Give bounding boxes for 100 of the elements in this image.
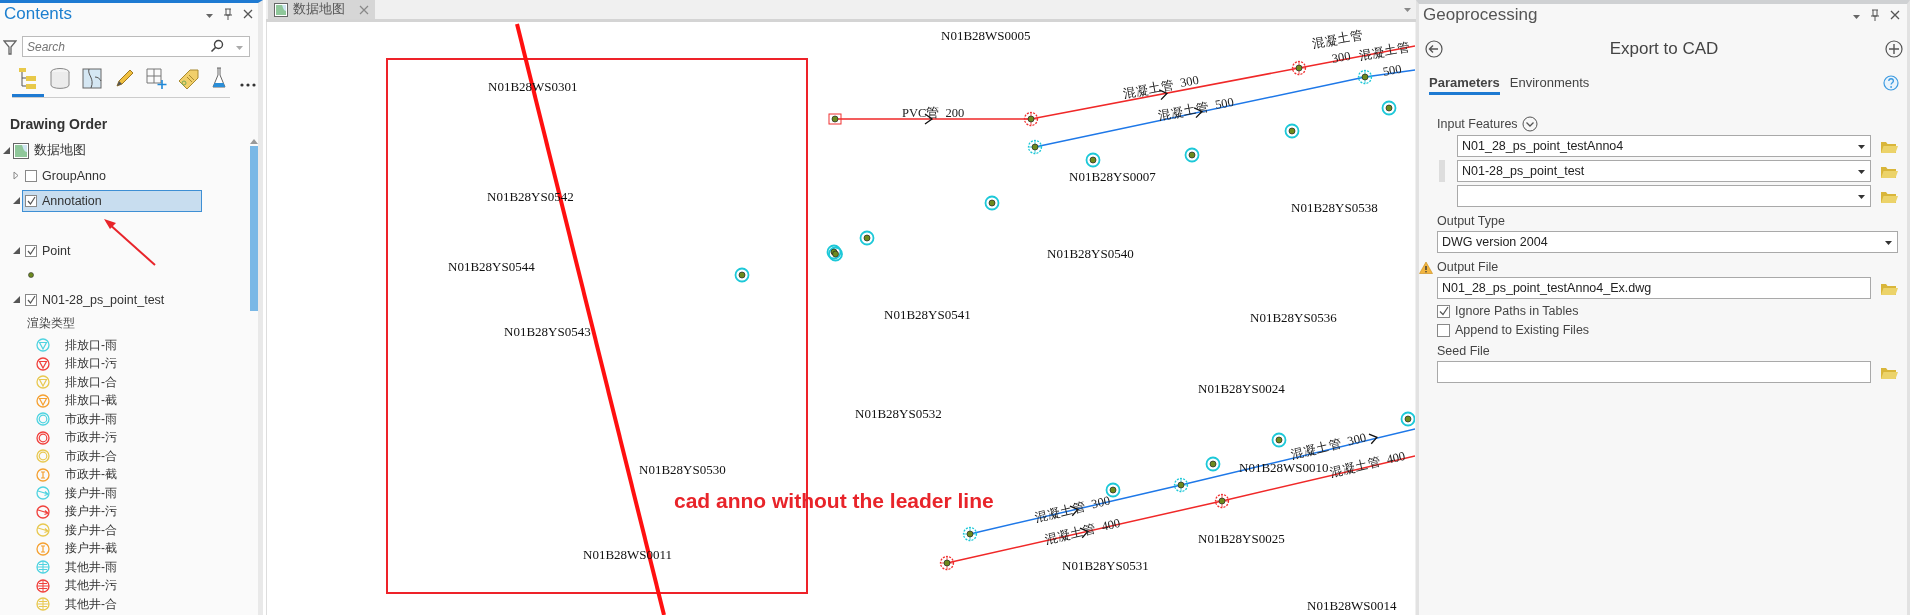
add-icon[interactable]	[1885, 40, 1903, 58]
caret-icon[interactable]	[1858, 142, 1866, 150]
manhole-symbol-icon	[1271, 432, 1287, 448]
chevron-circle-icon[interactable]	[1521, 116, 1538, 132]
parameter-label: Seed File	[1437, 344, 1490, 358]
pipe-label: 500	[1381, 61, 1403, 79]
tool-title: Export to CAD	[1608, 39, 1720, 59]
collapsed-icon[interactable]	[13, 171, 19, 180]
manhole-symbol-icon	[1105, 482, 1121, 498]
map-tab[interactable]: 数据地图	[268, 0, 375, 19]
manhole-symbol-icon	[1357, 69, 1373, 85]
check-icon	[26, 246, 36, 255]
close-icon[interactable]	[1889, 9, 1901, 21]
layer-checkbox[interactable]	[25, 244, 37, 257]
legend-label: 市政井-雨	[65, 410, 117, 428]
manhole-symbol-icon	[939, 555, 955, 571]
caret-icon[interactable]	[1858, 192, 1866, 200]
layer-item[interactable]: Point	[22, 239, 76, 262]
legend-label: 排放口-雨	[65, 336, 117, 354]
legend-label: 接户井-污	[65, 503, 117, 521]
scroll-up-icon[interactable]	[249, 138, 258, 144]
feature-label: N01B28YS0543	[504, 324, 591, 339]
filter-icon[interactable]	[3, 38, 17, 55]
feature-label: N01B28YS0530	[639, 462, 726, 477]
feature-label: N01B28YS0541	[884, 307, 971, 322]
manhole-symbol-icon	[1173, 477, 1189, 493]
pane-tab[interactable]: Parameters	[1429, 75, 1500, 95]
view-tab[interactable]	[12, 65, 44, 97]
manhole-symbol-icon	[1400, 411, 1415, 427]
legend-label: 其他井-合	[65, 595, 117, 613]
manhole-symbol-icon	[828, 113, 842, 125]
legend-label: 接户井-雨	[65, 484, 117, 502]
search-field[interactable]: Search	[22, 36, 250, 57]
check-icon	[26, 295, 36, 304]
expanded-icon[interactable]	[12, 296, 20, 303]
tag-icon	[177, 67, 199, 90]
feature-label: N01B28YS0532	[855, 406, 942, 421]
help-icon[interactable]	[1883, 75, 1899, 91]
point-symbol-icon	[28, 272, 34, 278]
feature-label: N01B28YS0540	[1047, 246, 1134, 261]
map-sheet-icon	[81, 67, 103, 90]
pane-title: Contents	[4, 4, 74, 24]
feature-label: N01B28YS0531	[1062, 558, 1149, 573]
caret-icon[interactable]	[1858, 167, 1866, 175]
pipe-label: 300	[1330, 48, 1352, 66]
checkbox-label: Ignore Paths in Tables	[1455, 304, 1579, 318]
parameter-label: Output File	[1437, 260, 1499, 274]
search-icon[interactable]	[210, 39, 224, 53]
layer-item[interactable]: 数据地图	[31, 139, 91, 162]
feature-label: N01B28YS0538	[1291, 200, 1378, 215]
expanded-icon[interactable]	[12, 197, 20, 204]
file-path-field[interactable]	[1437, 361, 1871, 383]
pin-icon[interactable]	[1869, 8, 1881, 22]
manhole-symbol-icon	[1381, 100, 1397, 116]
expanded-icon[interactable]	[2, 147, 10, 154]
feature-label: N01B28WS0005	[941, 28, 1031, 43]
legend-label: 市政井-污	[65, 429, 117, 447]
feature-label: N01B28YS0007	[1069, 169, 1156, 184]
scrollbar-thumb[interactable]	[249, 146, 258, 311]
input-features-field[interactable]	[1457, 185, 1871, 207]
add-grid-icon	[145, 67, 167, 90]
layer-checkbox[interactable]	[25, 293, 37, 306]
manhole-symbol-icon	[962, 526, 978, 542]
layer-item[interactable]: Annotation	[22, 189, 202, 212]
feature-label: N01B28WS0014	[1307, 598, 1397, 613]
caret-icon[interactable]	[1885, 238, 1893, 246]
output-type-dropdown[interactable]: DWG version 2004	[1437, 231, 1898, 253]
pane-title: Geoprocessing	[1423, 5, 1539, 25]
input-features-field[interactable]: N01_28_ps_point_testAnno4	[1457, 135, 1871, 157]
pin-icon[interactable]	[222, 7, 234, 21]
manhole-symbol-icon	[1205, 456, 1221, 472]
legend-label: 排放口-污	[65, 355, 117, 373]
drag-handle[interactable]	[1439, 160, 1445, 182]
back-icon[interactable]	[1425, 40, 1443, 58]
legend-label: 接户井-合	[65, 521, 117, 539]
parameter-label: Output Type	[1437, 214, 1505, 228]
manhole-symbol-icon	[826, 244, 843, 262]
layer-item[interactable]: N01-28_ps_point_test	[22, 288, 170, 311]
checkbox[interactable]	[1437, 304, 1450, 318]
warning-icon	[1419, 260, 1433, 274]
layer-item[interactable]: GroupAnno	[22, 164, 111, 187]
legend-label: 接户井-截	[65, 540, 117, 558]
manhole-symbol-icon	[859, 230, 875, 246]
manhole-symbol-icon	[1291, 60, 1307, 76]
more-icon[interactable]	[240, 82, 256, 88]
check-icon	[26, 196, 36, 205]
map-thumbnail-icon	[13, 142, 29, 159]
pane-tab[interactable]: Environments	[1509, 75, 1590, 95]
legend-label: 市政井-合	[65, 447, 117, 465]
checkbox[interactable]	[1437, 323, 1450, 337]
expanded-icon[interactable]	[12, 247, 20, 254]
layer-checkbox[interactable]	[25, 194, 37, 207]
manhole-symbol-icon	[734, 267, 750, 283]
layer-checkbox[interactable]	[25, 169, 37, 182]
legend-heading: 渲染类型	[27, 315, 76, 332]
map-thumbnail-icon	[274, 2, 288, 17]
close-icon[interactable]	[242, 8, 254, 20]
feature-label: N01B28YS0544	[448, 259, 535, 274]
input-features-field[interactable]: N01-28_ps_point_test	[1457, 160, 1871, 182]
file-path-field[interactable]: N01_28_ps_point_testAnno4_Ex.dwg	[1437, 277, 1871, 299]
